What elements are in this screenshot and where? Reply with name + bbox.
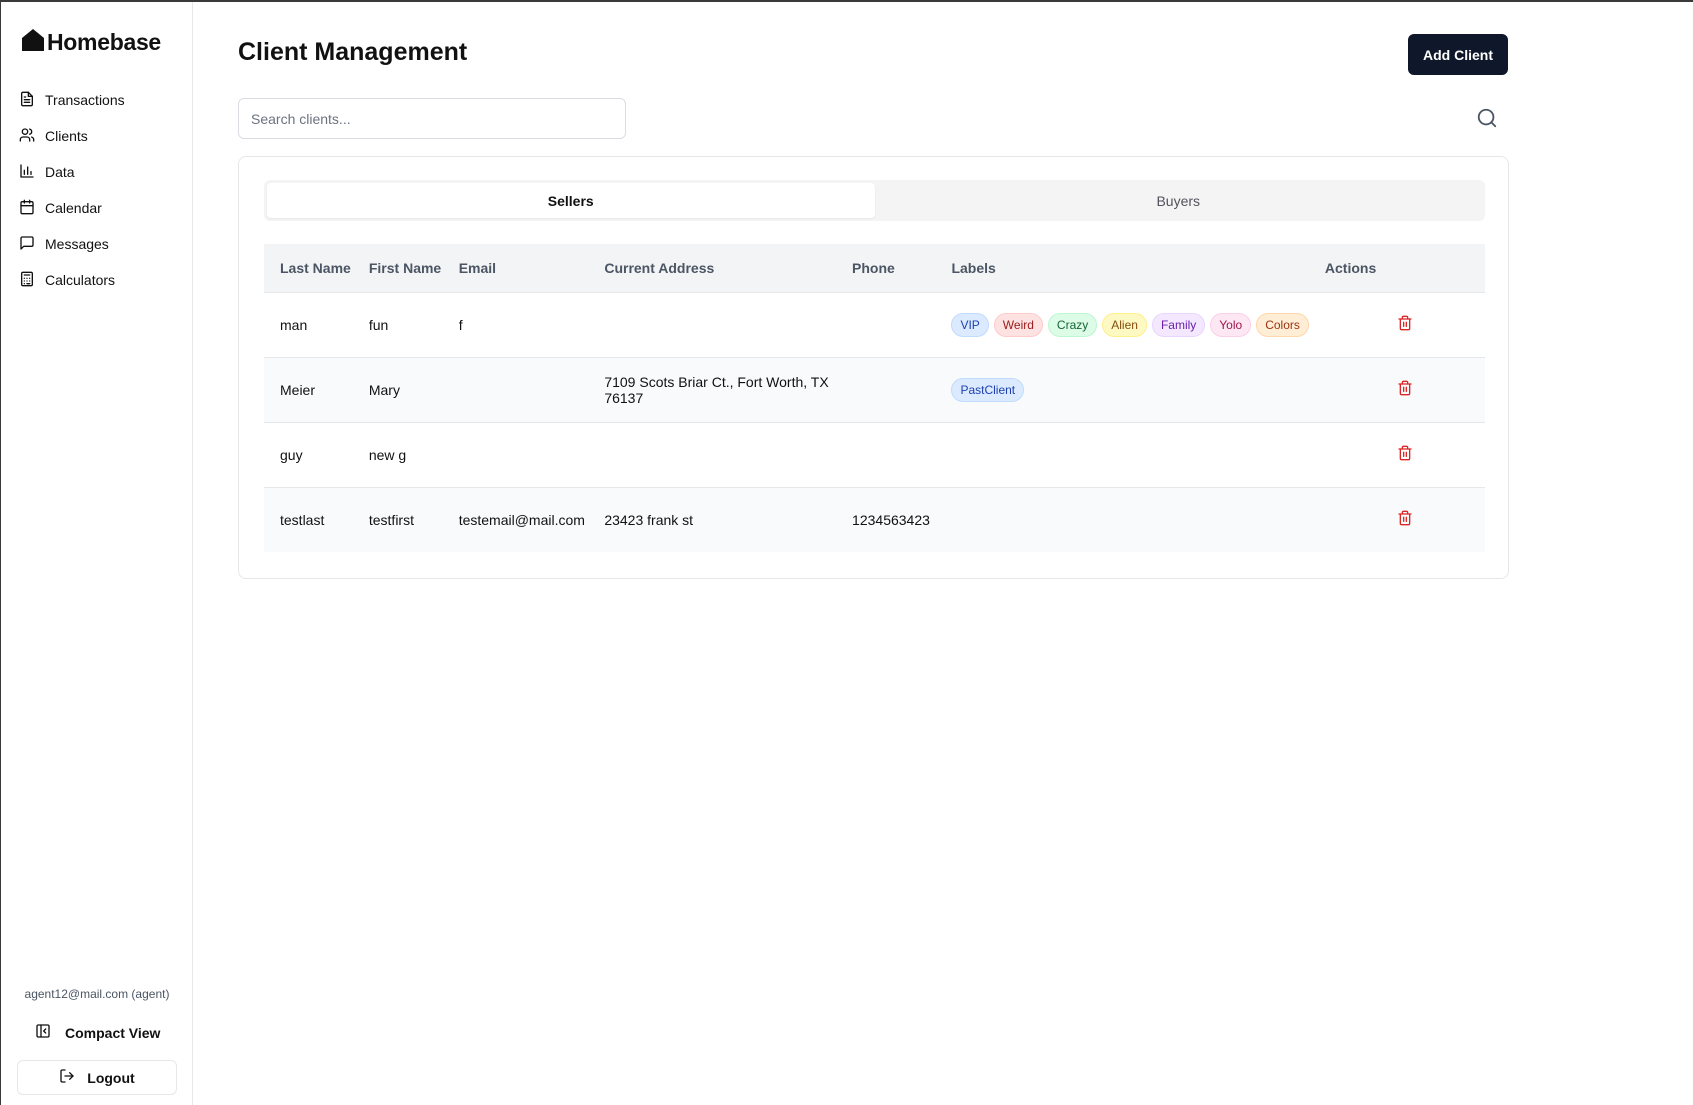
sidebar-item-label: Clients [45,128,88,144]
label-badge: Alien [1102,312,1147,337]
table-header-row: Last Name First Name Email Current Addre… [264,244,1485,293]
sidebar-item-label: Data [45,164,75,180]
compact-view-button[interactable]: Compact View [35,1023,160,1042]
label-badge: Yolo [1210,312,1252,337]
cell-email: testemail@mail.com [458,511,585,528]
sidebar-item-calendar[interactable]: Calendar [17,190,187,226]
cell-first-name: new g [352,422,443,488]
cell-first-name: fun [352,292,443,358]
column-header-first-name[interactable]: First Name [352,244,443,293]
label-badge: VIP [951,312,989,337]
cell-actions [1308,357,1485,423]
cell-email [442,422,589,488]
table-row[interactable]: Meier Mary 7109 Scots Briar Ct., Fort Wort… [264,357,1485,423]
cell-last-name: guy [264,422,353,488]
cell-first-name: Mary [352,357,443,423]
table-row[interactable]: man fun f VIP Weird Crazy Alien Family Yolo Color… [264,292,1485,358]
cell-phone [836,357,936,423]
sidebar-item-transactions[interactable]: Transactions [17,82,187,118]
sidebar-collapse-icon [35,1023,51,1042]
sidebar: Homebase Transactions Clients Data Calen… [1,2,193,1105]
window-top-border [0,0,1693,2]
sidebar-item-clients[interactable]: Clients [17,118,187,154]
brand[interactable]: Homebase [21,28,161,57]
trash-icon[interactable] [1397,315,1413,331]
cell-email: f [442,292,589,358]
column-header-current-address[interactable]: Current Address [588,244,837,293]
cell-actions [1309,487,1485,552]
cell-last-name: testlast [280,511,325,528]
tab-sellers[interactable]: Sellers [267,183,875,218]
cell-last-name: Meier [264,357,353,423]
users-icon [19,127,35,146]
sidebar-item-data[interactable]: Data [17,154,187,190]
table-body: man fun f VIP Weird Crazy Alien Family Yolo Color… [264,292,1485,552]
cell-email [442,357,589,423]
sidebar-item-label: Transactions [45,92,125,108]
cell-labels: VIP Weird Crazy Alien Family Yolo Colors [935,292,1309,358]
add-client-button[interactable]: Add Client [1408,34,1508,75]
column-header-email[interactable]: Email [442,244,589,293]
user-email: agent12@mail.com (agent) [24,987,170,1001]
compact-view-label: Compact View [65,1024,161,1041]
sidebar-footer: agent12@mail.com (agent) Compact View Lo… [1,987,193,1095]
brand-name: Homebase [47,29,161,55]
cell-actions [1308,292,1485,358]
label-badge: Weird [993,312,1043,337]
cell-labels [935,422,1309,488]
sidebar-item-calculators[interactable]: Calculators [17,262,187,298]
table-row[interactable]: testlast testfirst testemail@mail.com 23423… [264,487,1485,552]
cell-labels [935,487,1308,552]
trash-icon[interactable] [1397,510,1413,526]
column-header-actions: Actions [1308,244,1485,293]
cell-last-name: man [264,292,353,358]
bar-chart-icon [19,163,35,182]
logout-icon [59,1068,75,1087]
trash-icon[interactable] [1397,380,1413,396]
cell-current-address [588,292,837,358]
cell-phone: 1234563423 [852,511,930,528]
label-badge: Crazy [1047,312,1098,337]
client-type-tabs: Sellers Buyers [264,180,1485,221]
cell-actions [1308,422,1485,488]
clients-card: Sellers Buyers Last Name First Name Emai… [238,156,1509,579]
clients-table: Last Name First Name Email Current Addre… [264,244,1485,552]
column-header-labels[interactable]: Labels [935,244,1309,293]
sidebar-nav: Transactions Clients Data Calendar Messa… [17,82,187,298]
labels-list: VIP Weird Crazy Alien Family Yolo Colors [951,312,1309,337]
cell-current-address: 7109 Scots Briar Ct., Fort Worth, TX 761… [588,357,837,423]
cell-labels: PastClient [935,357,1309,423]
sidebar-item-messages[interactable]: Messages [17,226,187,262]
sidebar-item-label: Calculators [45,272,116,288]
label-badge: Family [1151,312,1206,337]
labels-list: PastClient [951,377,1308,402]
tab-buyers[interactable]: Buyers [875,183,1483,218]
search-input[interactable] [238,98,626,139]
logout-button[interactable]: Logout [17,1060,177,1095]
calendar-icon [19,199,35,218]
column-header-last-name[interactable]: Last Name [264,244,353,293]
cell-current-address [588,422,837,488]
cell-phone [836,422,936,488]
cell-phone [836,292,936,358]
cell-current-address: 23423 frank st [604,511,694,528]
trash-icon[interactable] [1397,445,1413,461]
page-title: Client Management [238,38,468,66]
document-icon [19,91,35,110]
calculator-icon [19,271,35,290]
sidebar-item-label: Calendar [45,200,102,216]
message-icon [19,235,35,254]
home-icon [21,28,45,57]
label-badge: Colors [1256,312,1309,337]
label-badge: PastClient [951,377,1025,402]
cell-first-name: testfirst [368,511,414,528]
table-row[interactable]: guy new g [264,422,1485,488]
column-header-phone[interactable]: Phone [836,244,936,293]
logout-label: Logout [87,1069,135,1086]
sidebar-item-label: Messages [45,236,109,252]
search-icon[interactable] [1476,107,1500,131]
